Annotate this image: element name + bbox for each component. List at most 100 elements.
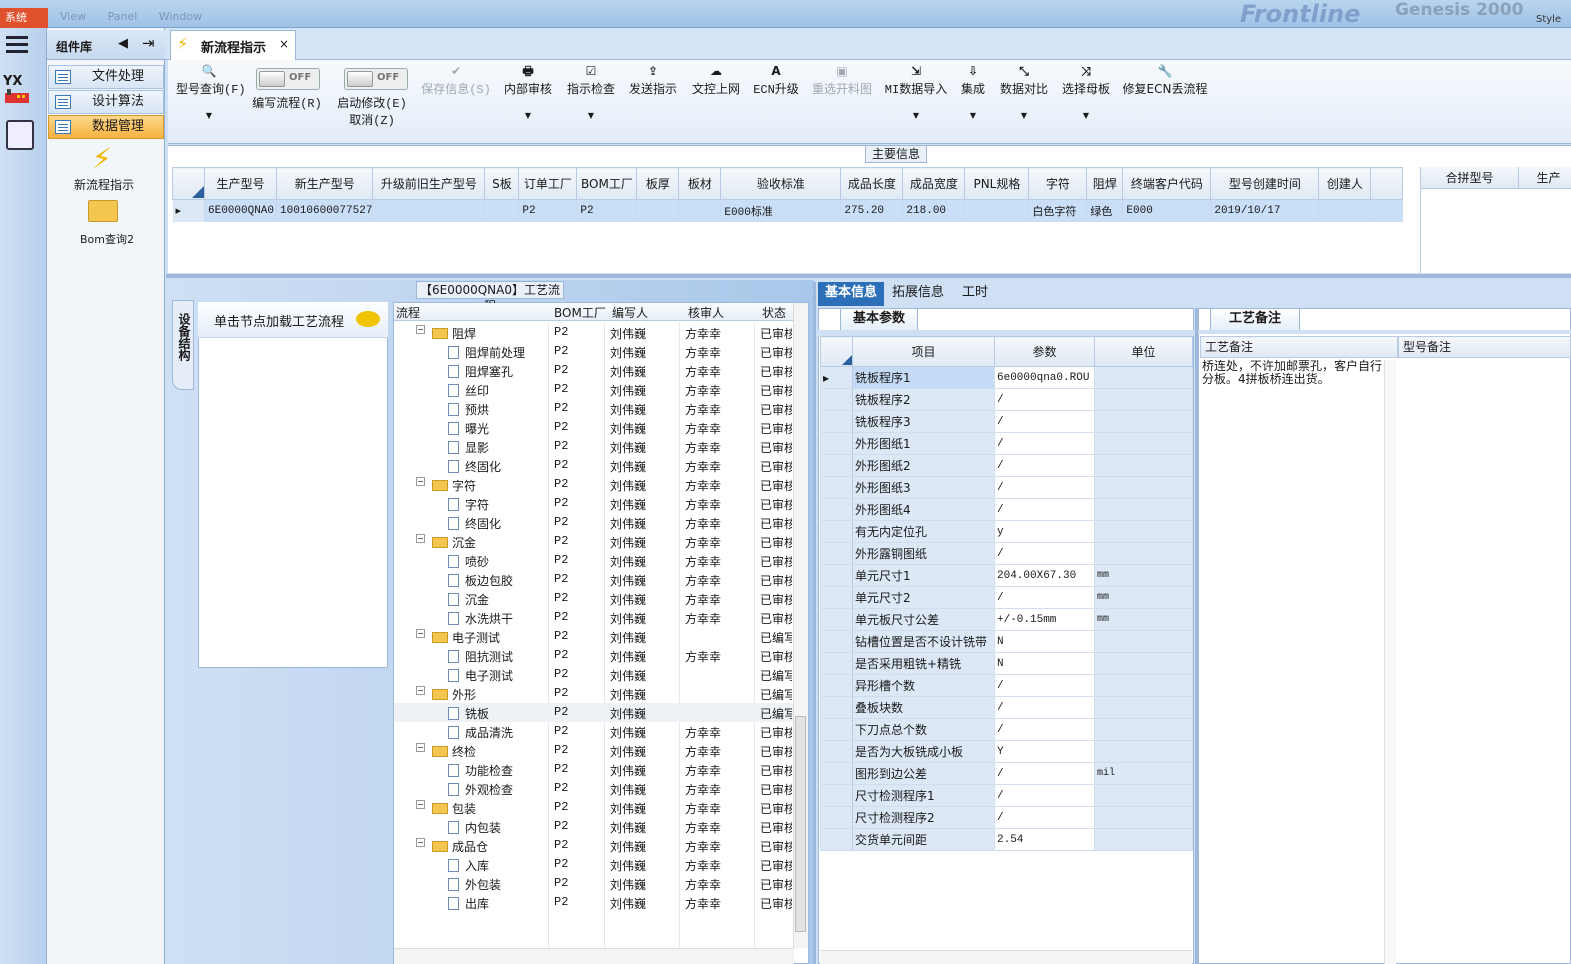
tree-node-step[interactable]: 阻焊塞孔 P2 刘伟巍 方幸幸 已审核 xyxy=(394,361,794,380)
tree-node-step[interactable]: 水洗烘干 P2 刘伟巍 方幸幸 已审核 xyxy=(394,608,794,627)
param-row[interactable]: 叠板块数 / xyxy=(820,696,1193,719)
tree-node-label[interactable]: 包装 xyxy=(432,800,476,817)
collapse-toggle-icon[interactable]: − xyxy=(416,629,425,638)
doc-online-button[interactable]: ☁ 文控上网 xyxy=(690,62,742,124)
pin-icon[interactable]: ⇥ xyxy=(142,34,155,52)
column-header[interactable]: 编写人 xyxy=(612,304,648,321)
column-header[interactable]: 型号创建时间 xyxy=(1210,167,1320,200)
column-header[interactable]: 参数 xyxy=(994,336,1095,367)
param-row[interactable]: 外形露铜图纸 / xyxy=(820,542,1193,565)
tab-new-process[interactable]: ⚡ 新流程指示 × xyxy=(170,30,296,60)
tree-node-step[interactable]: 外包装 P2 刘伟巍 方幸幸 已审核 xyxy=(394,874,794,893)
collapse-toggle-icon[interactable]: − xyxy=(416,800,425,809)
tree-node-group[interactable]: − 成品仓 P2 刘伟巍 方幸幸 已审核 xyxy=(394,836,794,855)
close-icon[interactable]: × xyxy=(279,37,289,51)
column-header[interactable]: 新生产型号 xyxy=(275,167,374,200)
send-instruction-button[interactable]: ⇪ 发送指示 xyxy=(627,62,679,124)
system-menu-button[interactable]: 系统 xyxy=(0,8,48,28)
row-indicator-icon[interactable] xyxy=(820,784,853,807)
tree-node-step[interactable]: 沉金 P2 刘伟巍 方幸幸 已审核 xyxy=(394,589,794,608)
tree-node-label[interactable]: 外形 xyxy=(432,686,476,703)
tree-node-group[interactable]: − 终检 P2 刘伟巍 方幸幸 已审核 xyxy=(394,741,794,760)
chevron-down-icon[interactable]: ▼ xyxy=(958,111,988,120)
tree-node-step[interactable]: 入库 P2 刘伟巍 方幸幸 已审核 xyxy=(394,855,794,874)
param-value[interactable]: / xyxy=(994,498,1095,521)
collapse-toggle-icon[interactable]: − xyxy=(416,477,425,486)
column-header[interactable]: 状态 xyxy=(762,304,786,321)
column-header[interactable]: 升级前旧生产型号 xyxy=(372,167,486,200)
row-indicator-header[interactable] xyxy=(172,167,205,200)
param-row[interactable]: 图形到边公差 / mil xyxy=(820,762,1193,785)
data-compare-button[interactable]: ⤡ 数据对比 ▼ xyxy=(998,62,1050,124)
tab-basic-info[interactable]: 基本信息 xyxy=(818,282,884,306)
param-value[interactable]: N xyxy=(994,652,1095,675)
tree-node-label[interactable]: 曝光 xyxy=(448,420,489,437)
row-indicator-icon[interactable] xyxy=(820,740,853,763)
table-cell[interactable]: 6E0000QNA0 xyxy=(204,199,277,222)
calculator-icon[interactable] xyxy=(6,120,34,150)
tree-node-label[interactable]: 阻抗测试 xyxy=(448,648,513,665)
param-row[interactable]: 外形图纸1/ xyxy=(820,432,1193,455)
param-value[interactable]: 204.00X67.30 xyxy=(994,564,1095,587)
tree-node-label[interactable]: 成品仓 xyxy=(432,838,488,855)
tree-node-step[interactable]: 终固化 P2 刘伟巍 方幸幸 已审核 xyxy=(394,456,794,475)
menu-panel[interactable]: Panel xyxy=(108,10,138,23)
param-value[interactable]: Y xyxy=(994,740,1095,763)
collapse-toggle-icon[interactable]: − xyxy=(416,838,425,847)
param-value[interactable]: / xyxy=(994,674,1095,697)
tree-node-label[interactable]: 字符 xyxy=(432,477,476,494)
tree-node-step[interactable]: 成品清洗 P2 刘伟巍 方幸幸 已审核 xyxy=(394,722,794,741)
table-cell[interactable]: P2 xyxy=(518,199,578,222)
param-row[interactable]: 尺寸检测程序2/ xyxy=(820,806,1193,829)
param-row[interactable]: 钻槽位置是否不设计铣带 N xyxy=(820,630,1193,653)
column-header[interactable]: 创建人 xyxy=(1318,167,1372,200)
tree-node-step[interactable]: 出库 P2 刘伟巍 方幸幸 已审核 xyxy=(394,893,794,912)
shortcut-new-process[interactable]: 新流程指示 xyxy=(74,176,134,193)
tree-node-label[interactable]: 阻焊前处理 xyxy=(448,344,525,361)
process-note-text[interactable]: 桥连处，不许加邮票孔，客户自行分板。4拼板桥连出货。 xyxy=(1202,360,1382,386)
horizontal-scrollbar[interactable] xyxy=(820,950,1192,964)
row-indicator-icon[interactable] xyxy=(820,410,853,433)
ecn-upgrade-button[interactable]: A ECN升级 xyxy=(752,62,800,124)
table-cell[interactable]: P2 xyxy=(576,199,638,222)
param-row[interactable]: 交货单元间距 2.54 xyxy=(820,828,1193,851)
param-row[interactable]: 单元尺寸1 204.00X67.30 mm xyxy=(820,564,1193,587)
param-row[interactable]: ▸ 铣板程序1 6e0000qna0.ROU xyxy=(820,366,1193,389)
device-structure-tab[interactable]: 设备结构 xyxy=(172,300,194,390)
device-panel-header[interactable]: 单击节点加载工艺流程 xyxy=(198,302,388,338)
table-cell[interactable]: 10010600077527 xyxy=(276,199,374,222)
column-header[interactable]: 板厚 xyxy=(636,167,680,200)
tree-node-group[interactable]: − 包装 P2 刘伟巍 方幸幸 已审核 xyxy=(394,798,794,817)
param-value[interactable]: / xyxy=(994,762,1095,785)
row-indicator-icon[interactable] xyxy=(820,542,853,565)
nav-item-design-algorithm[interactable]: 设计算法 xyxy=(48,90,164,114)
tree-node-step[interactable]: 功能检查 P2 刘伟巍 方幸幸 已审核 xyxy=(394,760,794,779)
horizontal-splitter[interactable] xyxy=(166,274,1571,278)
tree-node-step[interactable]: 内包装 P2 刘伟巍 方幸幸 已审核 xyxy=(394,817,794,836)
row-indicator-icon[interactable] xyxy=(820,564,853,587)
column-header[interactable]: 核审人 xyxy=(688,304,724,321)
tree-node-label[interactable]: 终固化 xyxy=(448,515,501,532)
tree-node-label[interactable]: 沉金 xyxy=(448,591,489,608)
param-row[interactable]: 铣板程序3/ xyxy=(820,410,1193,433)
row-indicator-icon[interactable]: ▸ xyxy=(820,366,853,389)
row-indicator-icon[interactable] xyxy=(820,498,853,521)
param-value[interactable]: 2.54 xyxy=(994,828,1095,851)
column-header[interactable]: BOM工厂 xyxy=(576,167,638,200)
tree-node-step[interactable]: 曝光 P2 刘伟巍 方幸幸 已审核 xyxy=(394,418,794,437)
tree-node-label[interactable]: 电子测试 xyxy=(432,629,500,646)
param-row[interactable]: 有无内定位孔 y xyxy=(820,520,1193,543)
table-cell[interactable]: 218.00 xyxy=(902,199,966,222)
row-indicator-icon[interactable] xyxy=(820,630,853,653)
tree-node-step[interactable]: 喷砂 P2 刘伟巍 方幸幸 已审核 xyxy=(394,551,794,570)
param-value[interactable]: +/-0.15mm xyxy=(994,608,1095,631)
collapse-toggle-icon[interactable]: − xyxy=(416,325,425,334)
param-row[interactable]: 异形槽个数 / xyxy=(820,674,1193,697)
menu-view[interactable]: View xyxy=(60,10,86,23)
param-value[interactable]: / xyxy=(994,784,1095,807)
tree-node-step[interactable]: 铣板 P2 刘伟巍 已编写 xyxy=(394,703,794,722)
tab-process-notes[interactable]: 工艺备注 xyxy=(1210,308,1300,330)
param-row[interactable]: 铣板程序2/ xyxy=(820,388,1193,411)
tree-node-label[interactable]: 板边包胶 xyxy=(448,572,513,589)
tree-node-label[interactable]: 外包装 xyxy=(448,876,501,893)
